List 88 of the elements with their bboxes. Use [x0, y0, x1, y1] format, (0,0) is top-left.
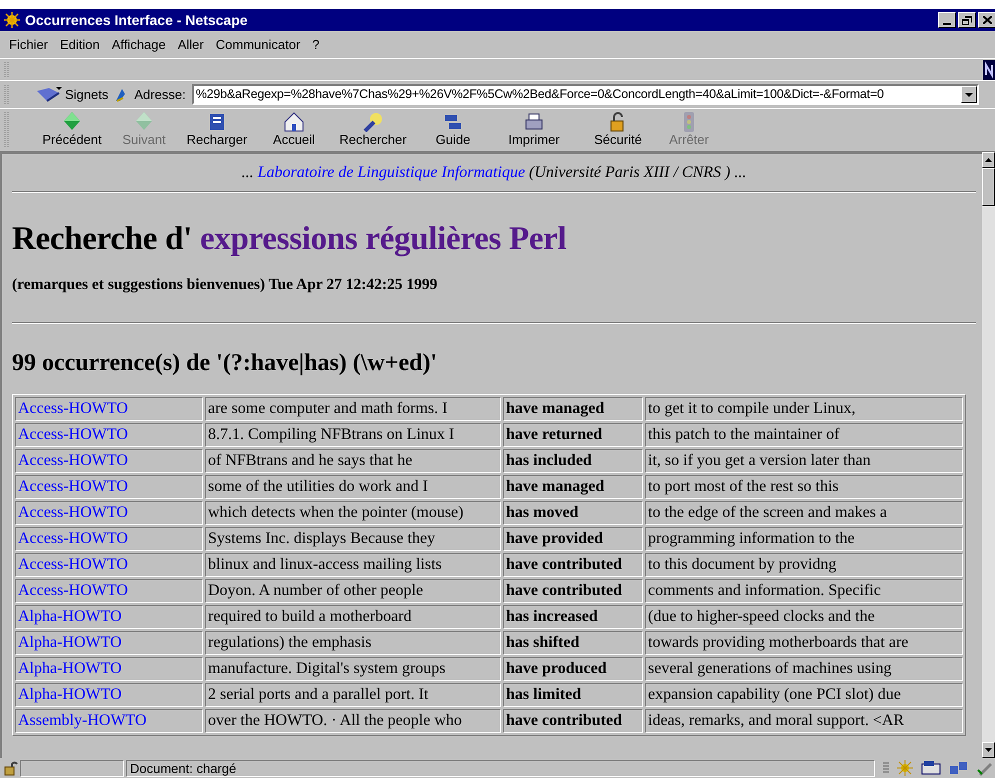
grip-icon: [4, 84, 10, 106]
context-cell: it, so if you get a version later than: [645, 449, 963, 474]
toolbar-button[interactable]: Rechercher: [326, 110, 420, 150]
context-cell: 8.7.1. Compiling NFBtrans on Linux I: [205, 423, 501, 448]
context-cell: Systems Inc. displays Because they: [205, 527, 501, 552]
results-heading: 99 occurrence(s) de '(?:have|has) (\w+ed)': [12, 349, 438, 378]
context-cell: some of the utilities do work and I: [205, 475, 501, 500]
grip-icon: [4, 111, 10, 149]
context-cell: of NFBtrans and he says that he: [205, 449, 501, 474]
subtitle: (remarques et suggestions bienvenues) Tue Apr 27 12:42:25 1999: [12, 275, 438, 295]
context-cell: ideas, remarks, and moral support. <AR: [645, 709, 963, 734]
match-cell: have managed: [503, 475, 643, 500]
toolbar-button[interactable]: Précédent: [28, 110, 116, 150]
logo-icon: [983, 60, 995, 80]
context-cell: regulations) the emphasis: [205, 631, 501, 656]
menu-item[interactable]: ?: [307, 36, 325, 54]
menu-item[interactable]: Fichier: [4, 36, 54, 54]
menu-item[interactable]: Communicator: [210, 36, 306, 54]
context-cell: programming information to the: [645, 527, 963, 552]
close-icon: [982, 16, 992, 24]
up-arrow-icon: [985, 158, 992, 162]
grip-icon: [883, 761, 889, 775]
address-field[interactable]: %29b&aRegexp=%28have%7Chas%29+%26V%2F%5Cw%2Bed&Force=0&ConcordLength=40&aLimit=100&Dict=-&Format=0: [192, 84, 979, 105]
context-cell: to the edge of the screen and makes a: [645, 501, 963, 526]
match-cell: have produced: [503, 657, 643, 682]
grip-icon: [4, 60, 10, 78]
context-cell: to port most of the rest so this: [645, 475, 963, 500]
match-cell: have returned: [503, 423, 643, 448]
page-heading: Recherche d': [12, 221, 192, 257]
match-cell: has shifted: [503, 631, 643, 656]
match-cell: has moved: [503, 501, 643, 526]
scrollbar-thumb[interactable]: [982, 168, 995, 206]
heading-link[interactable]: expressions régulières Perl: [200, 221, 566, 257]
context-cell: comments and information. Specific: [645, 579, 963, 604]
search-icon: [361, 110, 385, 132]
address-text: %29b&aRegexp=%28have%7Chas%29+%26V%2F%5Cw%2Bed&Force=0&ConcordLength=40&aLimit=100&Dict=-&Format=0: [194, 86, 885, 104]
context-cell: (due to higher-speed clocks and the: [645, 605, 963, 630]
credit-text: ...: [242, 164, 254, 181]
minimize-button[interactable]: [938, 12, 956, 28]
match-cell: have contributed: [503, 709, 643, 734]
context-cell: to this document by providng: [645, 553, 963, 578]
bookmark-icon: [36, 86, 62, 102]
credit-text: (Université Paris XIII / CNRS ) ...: [529, 164, 746, 181]
match-cell: have contributed: [503, 579, 643, 604]
match-cell: have managed: [503, 397, 643, 422]
status-text: Document: chargé: [130, 760, 236, 776]
close-button[interactable]: [978, 12, 995, 28]
toolbar-button[interactable]: Sécurité: [582, 110, 654, 150]
toolbar-button[interactable]: Imprimer: [486, 110, 582, 150]
context-cell: towards providing motherboards that are: [645, 631, 963, 656]
lock-icon[interactable]: [2, 760, 18, 776]
context-cell: required to build a motherboard: [205, 605, 501, 630]
menu-item[interactable]: Edition: [55, 36, 105, 54]
toolbar-button[interactable]: Guide: [420, 110, 486, 150]
context-cell: which detects when the pointer (mouse): [205, 501, 501, 526]
context-cell: 2 serial ports and a parallel port. It: [205, 683, 501, 708]
lab-link[interactable]: Laboratoire de Linguistique Informatique: [258, 164, 526, 181]
context-cell: Doyon. A number of other people: [205, 579, 501, 604]
window-title: Occurrences Interface - Netscape: [25, 10, 249, 30]
app-icon: [3, 11, 21, 29]
match-cell: have provided: [503, 527, 643, 552]
context-cell: expansion capability (one PCI slot) due: [645, 683, 963, 708]
context-cell: to get it to compile under Linux,: [645, 397, 963, 422]
dropdown-button[interactable]: [960, 86, 977, 103]
context-cell: over the HOWTO. · All the people who: [205, 709, 501, 734]
mail-icon[interactable]: [921, 760, 941, 776]
menu-item[interactable]: Aller: [172, 36, 209, 54]
restore-icon: [962, 16, 972, 24]
home-icon: [282, 110, 306, 132]
toolbar-button[interactable]: Recharger: [172, 110, 262, 150]
match-cell: has increased: [503, 605, 643, 630]
match-cell: has limited: [503, 683, 643, 708]
match-cell: has included: [503, 449, 643, 474]
scrollbar[interactable]: [982, 152, 995, 758]
context-cell: several generations of machines using: [645, 657, 963, 682]
context-cell: this patch to the maintainer of: [645, 423, 963, 448]
context-cell: blinux and linux-access mailing lists: [205, 553, 501, 578]
bookmarks-button[interactable]: Signets: [36, 84, 108, 104]
toolbar-button[interactable]: Accueil: [262, 110, 326, 150]
restore-button[interactable]: [958, 12, 976, 28]
caret-icon: [964, 92, 973, 96]
minimize-icon: [943, 23, 951, 25]
match-cell: have contributed: [503, 553, 643, 578]
address-label: Adresse:: [134, 86, 186, 104]
context-cell: are some computer and math forms. I: [205, 397, 501, 422]
menu-item[interactable]: Affichage: [106, 36, 171, 54]
context-cell: manufacture. Digital's system groups: [205, 657, 501, 682]
down-arrow-icon: [985, 748, 992, 752]
